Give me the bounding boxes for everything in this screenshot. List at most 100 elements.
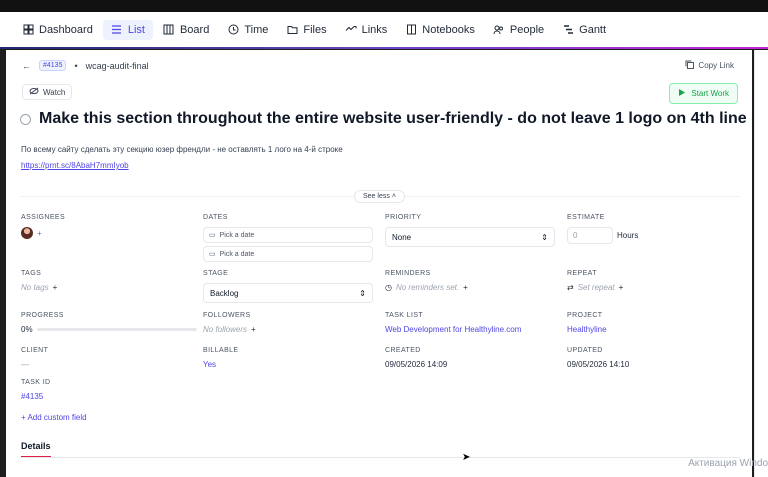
add-reminder-button[interactable]: +	[463, 283, 468, 292]
board-icon	[163, 24, 175, 36]
billable-value[interactable]: Yes	[203, 360, 216, 369]
task-list-link[interactable]: Web Development for Healthyline.com	[385, 325, 521, 334]
complete-checkbox[interactable]	[20, 113, 31, 125]
estimate-unit: Hours	[617, 231, 639, 240]
field-label: TASK ID	[21, 379, 51, 386]
end-date-placeholder: Pick a date	[219, 250, 255, 258]
field-label: BILLABLE	[203, 347, 239, 354]
estimate-field: ESTIMATE 0 Hours	[567, 214, 638, 244]
breadcrumb: ← #4135 • wcag-audit-final	[22, 60, 149, 71]
repeat-value[interactable]: Set repeat	[578, 283, 615, 292]
tab-dashboard[interactable]: Dashboard	[14, 20, 101, 40]
tab-files[interactable]: Files	[278, 20, 334, 40]
followers-value[interactable]: No followers	[203, 325, 247, 334]
avatar[interactable]	[21, 227, 33, 239]
add-repeat-button[interactable]: +	[619, 283, 624, 292]
tab-notebooks[interactable]: Notebooks	[397, 20, 483, 40]
progress-bar[interactable]	[36, 328, 197, 331]
priority-select[interactable]: None ⇕	[385, 227, 555, 247]
tab-links[interactable]: Links	[337, 20, 396, 40]
field-label: REMINDERS	[385, 270, 431, 277]
task-id-field: TASK ID #4135	[21, 379, 51, 401]
tab-gantt[interactable]: Gantt	[554, 20, 614, 40]
add-follower-button[interactable]: +	[251, 325, 256, 334]
start-date-placeholder: Pick a date	[219, 231, 255, 239]
start-work-label: Start Work	[691, 89, 729, 98]
end-date-input[interactable]: ▭ Pick a date	[203, 246, 373, 262]
tab-label: Board	[179, 23, 210, 36]
priority-field: PRIORITY None ⇕	[385, 214, 555, 247]
see-less-label: See less	[363, 193, 390, 200]
tab-label: Dashboard	[39, 23, 93, 36]
client-field: CLIENT —	[21, 347, 48, 369]
watch-button[interactable]: Watch	[22, 84, 73, 100]
client-value[interactable]: —	[21, 360, 29, 369]
field-label: REPEAT	[567, 270, 597, 277]
window-top-strip	[0, 0, 768, 12]
billable-field: BILLABLE Yes	[203, 347, 239, 369]
tags-value[interactable]: No tags	[21, 283, 49, 292]
calendar-icon: ▭	[209, 251, 216, 258]
reminders-value[interactable]: No reminders set.	[396, 283, 459, 292]
stage-field: STAGE Backlog ⇕	[203, 270, 373, 303]
folder-icon	[286, 24, 298, 36]
copy-link-label: Copy Link	[698, 61, 734, 70]
assignees-field: ASSIGNEES +	[21, 214, 65, 239]
see-less-button[interactable]: See less ˄	[354, 190, 405, 203]
tab-people[interactable]: People	[485, 20, 552, 40]
back-arrow-icon[interactable]: ←	[22, 61, 31, 71]
field-label: PROJECT	[567, 312, 603, 319]
start-work-button[interactable]: Start Work	[669, 83, 738, 104]
tab-details[interactable]: Details	[21, 441, 51, 458]
tab-time[interactable]: Time	[219, 20, 276, 40]
clock-icon: ◷	[385, 283, 392, 292]
add-custom-field-button[interactable]: + Add custom field	[21, 413, 87, 422]
tab-label: Time	[244, 23, 269, 36]
copy-link-button[interactable]: Copy Link	[685, 60, 734, 71]
gantt-icon	[562, 24, 574, 36]
priority-value: None	[392, 232, 412, 242]
dashboard-icon	[22, 24, 34, 36]
stage-select[interactable]: Backlog ⇕	[203, 283, 373, 303]
stage-value: Backlog	[210, 288, 239, 298]
created-field: CREATED 09/05/2026 14:09	[385, 347, 447, 369]
add-tag-button[interactable]: +	[53, 283, 58, 292]
mouse-cursor-icon: ➤	[462, 452, 471, 463]
tab-label: Notebooks	[422, 23, 475, 36]
created-value: 09/05/2026 14:09	[385, 360, 448, 369]
updated-value: 09/05/2026 14:10	[567, 360, 630, 369]
task-description[interactable]: По всему сайту сделать эту секцию юзер ф…	[21, 145, 343, 154]
field-label: FOLLOWERS	[203, 312, 251, 319]
add-assignee-button[interactable]: +	[37, 229, 42, 238]
tab-list[interactable]: List	[102, 19, 153, 40]
field-label: PROGRESS	[21, 312, 64, 319]
dates-field: DATES ▭ Pick a date ▭ Pick a date	[203, 214, 373, 265]
progress-value: 0%	[21, 325, 33, 334]
description-link[interactable]: https://prnt.sc/8AbaH7mmIyob	[21, 161, 129, 170]
tags-field: TAGS No tags +	[21, 270, 57, 292]
tab-board[interactable]: Board	[155, 20, 217, 40]
field-label: STAGE	[203, 270, 229, 277]
field-label: TAGS	[21, 270, 42, 277]
task-id-value: #4135	[21, 392, 44, 401]
calendar-icon: ▭	[209, 232, 216, 239]
watch-label: Watch	[43, 87, 66, 97]
tab-label: Gantt	[579, 23, 607, 36]
repeat-field: REPEAT ⇄ Set repeat +	[567, 270, 623, 292]
repeat-icon: ⇄	[567, 283, 574, 292]
field-label: ASSIGNEES	[21, 214, 66, 221]
field-label: PRIORITY	[385, 214, 422, 221]
eye-off-icon	[29, 87, 39, 97]
field-label: DATES	[203, 214, 228, 221]
reminders-field: REMINDERS ◷ No reminders set. +	[385, 270, 468, 292]
start-date-input[interactable]: ▭ Pick a date	[203, 227, 373, 243]
add-custom-field-label: Add custom field	[27, 413, 87, 422]
windows-activation-watermark: Активация Windo	[688, 458, 768, 469]
list-icon	[111, 24, 123, 36]
project-field: PROJECT Healthyline	[567, 312, 607, 334]
breadcrumb-dot: •	[74, 60, 78, 71]
estimate-input[interactable]: 0	[567, 227, 613, 244]
notebook-icon	[405, 24, 417, 36]
task-title[interactable]: Make this section throughout the entire …	[39, 110, 747, 128]
project-link[interactable]: Healthyline	[567, 325, 607, 334]
